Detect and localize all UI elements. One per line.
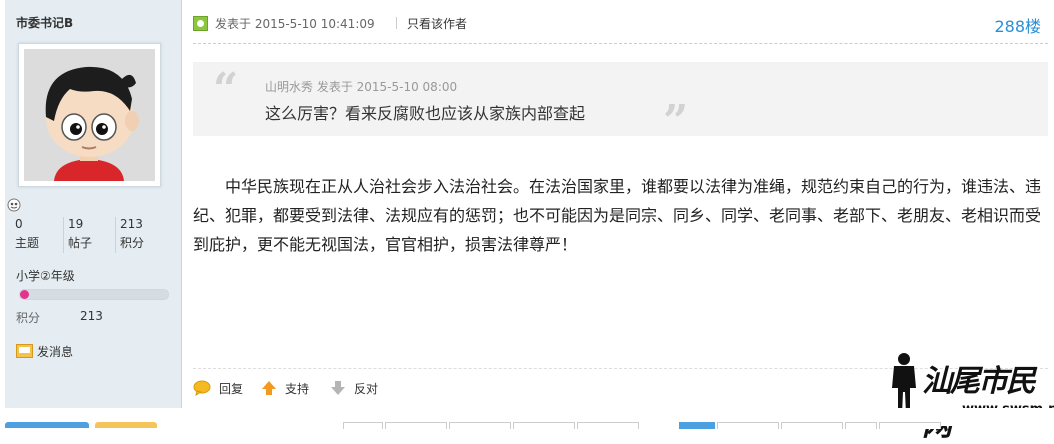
oppose-button[interactable]: 反对 [330, 380, 378, 397]
post-body: 中华民族现在正从人治社会步入法治社会。在法治国家里，谁都要以法律为准绳，规范约束… [193, 177, 1042, 254]
header-divider [396, 17, 397, 29]
reply-icon [193, 380, 211, 396]
points-label: 积分 [16, 311, 41, 325]
floor-number-link[interactable]: 288楼 [994, 13, 1041, 37]
author-username[interactable]: 市委书记B [16, 14, 73, 31]
stat-points-value: 213 [120, 217, 143, 231]
quote-meta: 山明水秀 发表于 2015-5-10 08:00 [265, 80, 458, 94]
gender-icon [7, 198, 21, 212]
avatar-image [24, 49, 155, 181]
stat-points[interactable]: 213 积分 [115, 217, 168, 253]
user-level[interactable]: 小学②年级 [16, 267, 75, 284]
stat-threads-label: 主题 [15, 236, 40, 250]
stat-posts[interactable]: 19 帖子 [63, 217, 116, 253]
author-sidebar: 市委书记B 0 主题 19 帖子 213 积分 小学②年级 积分 213 发消息 [5, 0, 182, 408]
header-divider-line [193, 43, 1048, 44]
reply-button[interactable]: 回复 [193, 380, 243, 397]
new-thread-button[interactable] [95, 422, 157, 428]
reply-main-button[interactable] [5, 422, 89, 428]
level-progress-fill [20, 290, 29, 299]
watermark-text: 汕尾市民网 [922, 364, 1036, 443]
stat-threads-value: 0 [15, 217, 23, 231]
quote-block: “ ” 山明水秀 发表于 2015-5-10 08:00 这么厉害？看来反腐败也… [193, 62, 1048, 144]
message-icon [16, 344, 33, 358]
quote-open-icon: “ [213, 64, 239, 115]
points-value: 213 [80, 309, 103, 323]
author-stats: 0 主题 19 帖子 213 积分 [15, 217, 165, 253]
post-timestamp: 发表于 2015-5-10 10:41:09 [215, 17, 375, 31]
support-button[interactable]: 支持 [261, 380, 309, 397]
stat-posts-label: 帖子 [68, 236, 93, 250]
quote-text: 这么厉害？看来反腐败也应该从家族内部查起 [265, 104, 586, 123]
arrow-down-icon [331, 381, 345, 395]
avatar[interactable] [18, 43, 161, 187]
only-author-link[interactable]: 只看该作者 [407, 15, 467, 32]
reply-label: 回复 [219, 382, 244, 396]
send-message-label: 发消息 [37, 345, 74, 359]
oppose-label: 反对 [354, 382, 379, 396]
send-message-button[interactable]: 发消息 [16, 343, 73, 360]
post-header: 发表于 2015-5-10 10:41:09 只看该作者 288楼 [193, 12, 1048, 37]
arrow-up-icon [262, 381, 276, 395]
bottom-toolbar [0, 408, 1054, 429]
support-label: 支持 [285, 382, 310, 396]
stat-points-label: 积分 [120, 236, 145, 250]
quote-close-icon: ” [663, 96, 689, 147]
points-row: 积分 213 [16, 309, 103, 326]
level-progress-bar [19, 289, 169, 300]
online-status-icon [193, 16, 208, 31]
stat-threads[interactable]: 0 主题 [15, 217, 63, 253]
stat-posts-value: 19 [68, 217, 84, 231]
